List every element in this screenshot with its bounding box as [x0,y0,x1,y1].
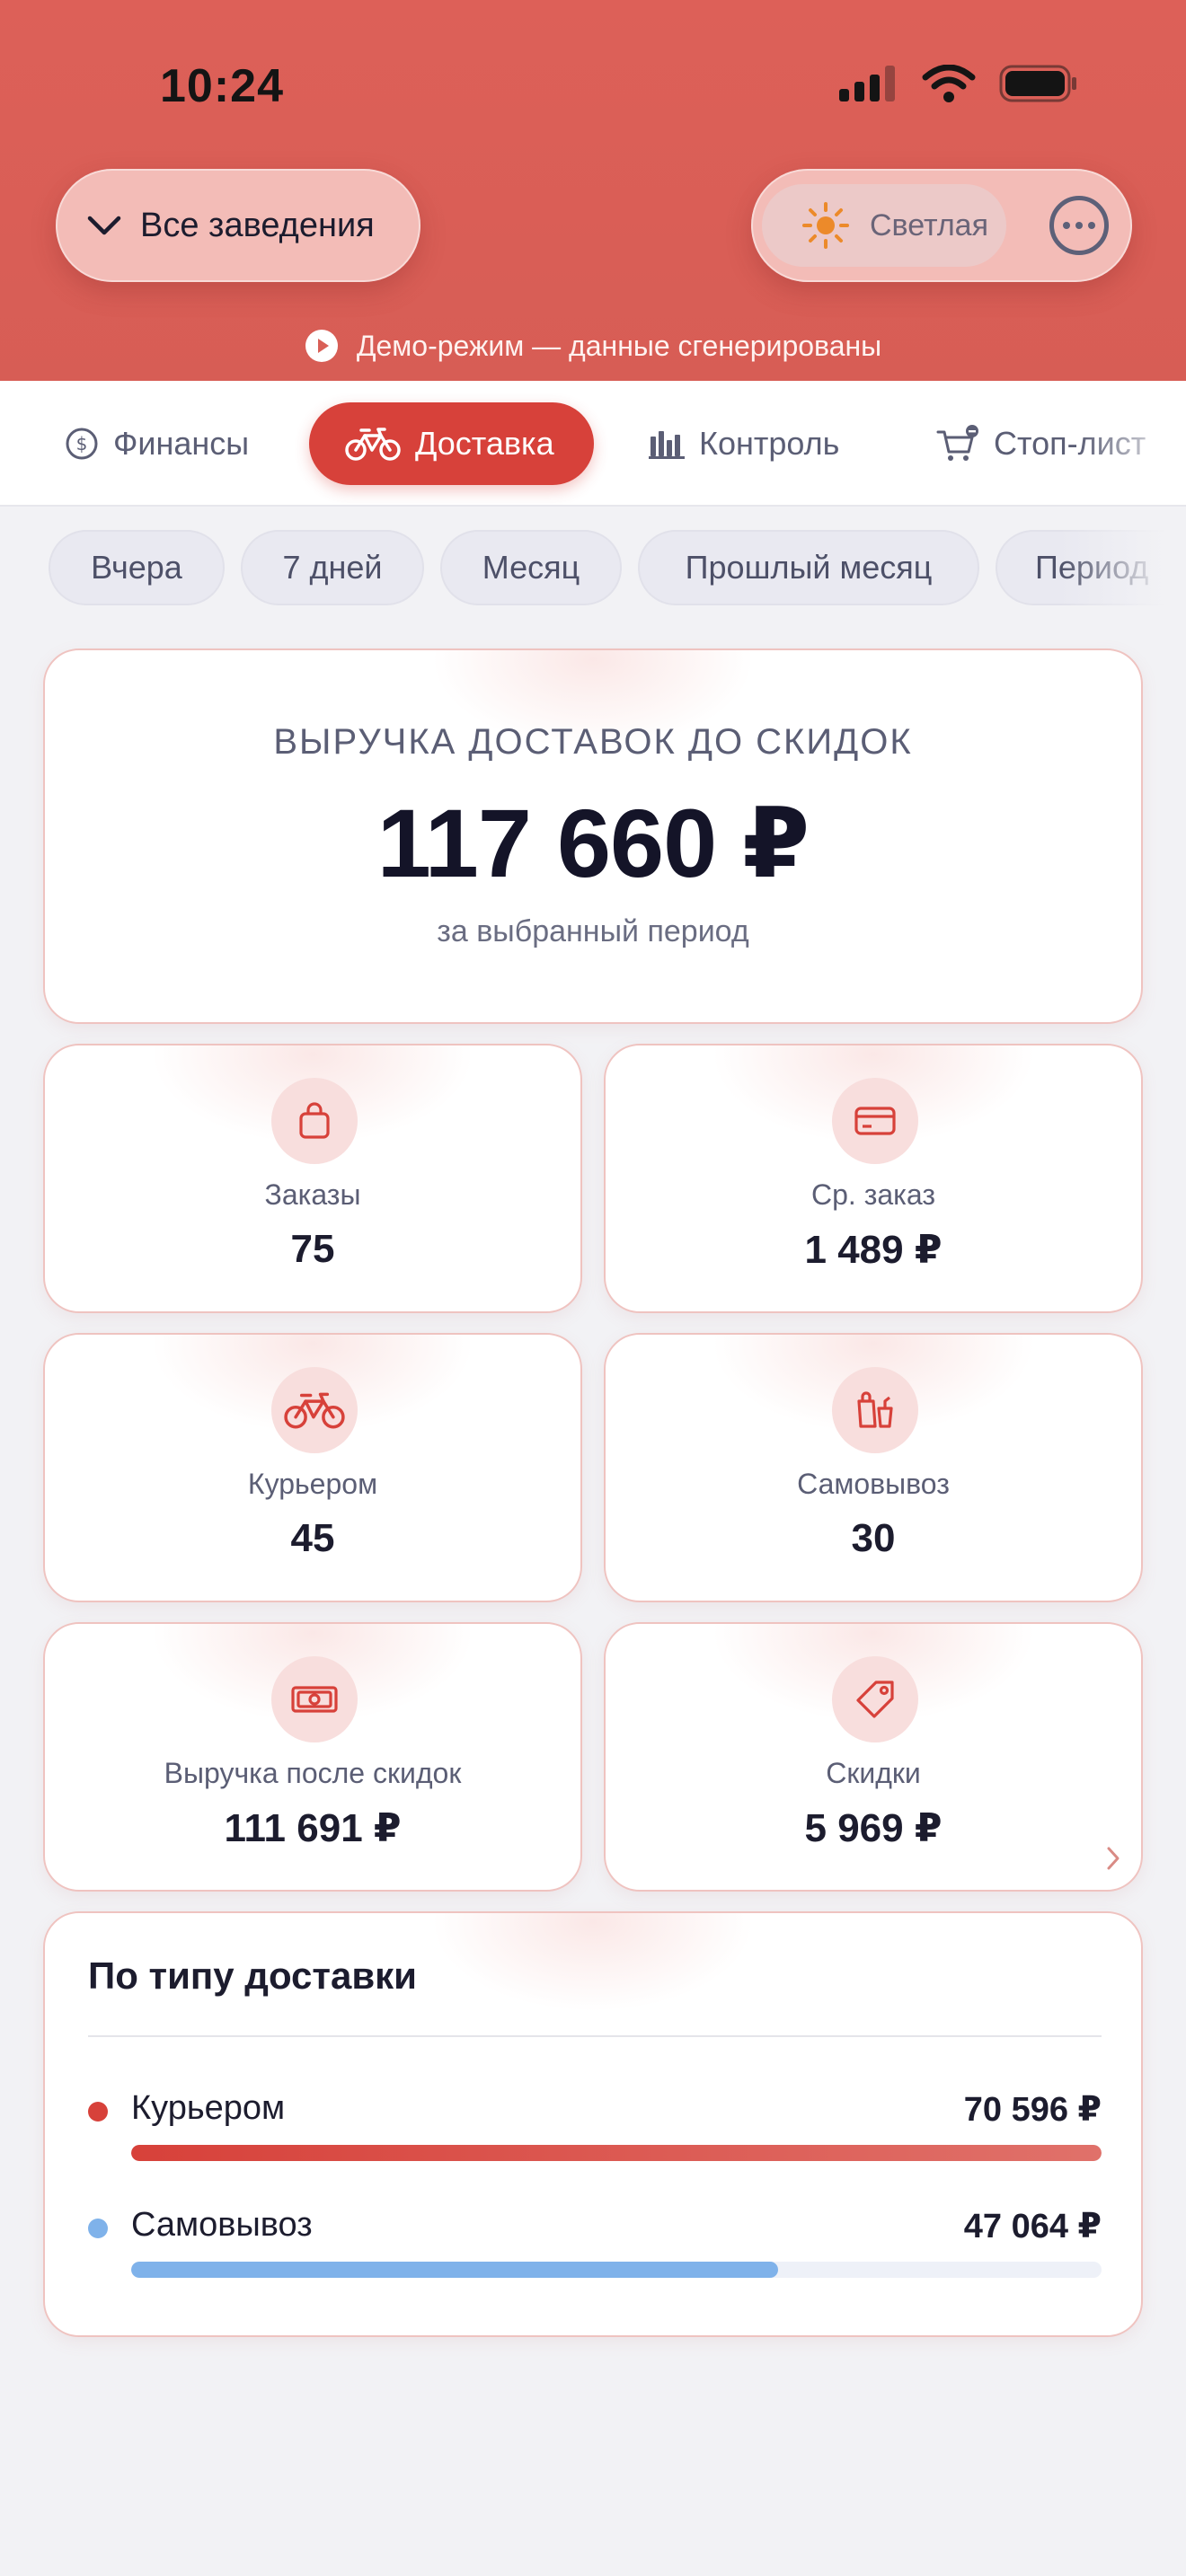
bicycle-icon [271,1367,358,1453]
signal-icon [839,66,895,101]
tabs-fade [1078,381,1186,505]
period-chip-month[interactable]: Месяц [440,530,622,605]
status-icons [839,65,1078,102]
tab-control[interactable]: Контроль [649,402,839,485]
more-options-icon[interactable] [1049,196,1109,255]
metric-pickup-card[interactable]: Самовывоз 30 [604,1333,1143,1602]
progress-fill [131,2262,779,2278]
play-circle-icon [305,330,338,362]
period-chip-last-month[interactable]: Прошлый месяц [638,530,979,605]
wifi-icon [922,65,976,102]
metric-label: Курьером [247,1468,378,1500]
chevron-down-icon [87,216,121,235]
tab-delivery[interactable]: Доставка [309,402,594,485]
bag-icon [271,1078,358,1164]
metric-discounts-card[interactable]: Скидки 5 969 ₽ [604,1622,1143,1892]
delivery-type-value: 70 596 ₽ [963,2091,1102,2129]
metric-value: 1 489 ₽ [804,1228,943,1272]
progress-fill [131,2145,1102,2161]
bicycle-icon [345,428,401,461]
tab-finance[interactable]: $ Финансы [65,402,249,485]
section-tabs: $ Финансы Доставка Контроль Стоп-лист [0,381,1186,507]
cart-minus-icon [936,425,978,461]
battery-icon [999,65,1076,102]
period-filter: Вчера 7 дней Месяц Прошлый месяц Период [0,530,1186,605]
price-tag-icon [832,1656,918,1742]
tab-delivery-label: Доставка [415,425,554,462]
sun-icon [802,202,849,249]
metric-orders-card[interactable]: Заказы 75 [43,1044,582,1313]
status-time: 10:24 [160,60,284,112]
chevron-right-icon [1107,1847,1120,1870]
tab-finance-label: Финансы [113,425,250,462]
metric-value: 111 691 ₽ [224,1806,402,1850]
svg-text:$: $ [76,433,88,454]
metric-label: Выручка после скидок [164,1757,462,1789]
delivery-by-type-card: По типу доставки Курьером 70 596 ₽ Самов… [43,1911,1143,2337]
delivery-type-name: Самовывоз [131,2206,313,2244]
revenue-before-discounts-card: ВЫРУЧКА ДОСТАВОК ДО СКИДОК 117 660 ₽ за … [43,648,1143,1024]
periods-fade [1060,530,1186,605]
legend-dot [88,2102,108,2122]
delivery-by-type-title: По типу доставки [88,1954,418,1997]
app-header: 10:24 Все заведения Светлая Демо-режим —… [0,0,1186,381]
delivery-type-value: 47 064 ₽ [963,2208,1102,2245]
header-actions: Светлая [751,169,1132,282]
revenue-value: 117 660 ₽ [376,789,810,897]
tab-control-label: Контроль [699,425,840,462]
delivery-type-name: Курьером [131,2089,286,2127]
progress-track [131,2262,1102,2278]
theme-toggle-button[interactable]: Светлая [762,184,1006,267]
period-chip-yesterday[interactable]: Вчера [49,530,225,605]
progress-track [131,2145,1102,2161]
metric-label: Заказы [264,1178,361,1211]
metric-value: 30 [851,1516,896,1560]
demo-mode-banner: Демо-режим — данные сгенерированы [0,329,1186,363]
metric-label: Ср. заказ [811,1178,935,1211]
revenue-title: ВЫРУЧКА ДОСТАВОК ДО СКИДОК [273,722,913,762]
bar-chart-icon [649,431,685,459]
demo-mode-text: Демо-режим — данные сгенерированы [356,329,882,362]
banknote-icon [271,1656,358,1742]
metric-avg-order-card[interactable]: Ср. заказ 1 489 ₽ [604,1044,1143,1313]
credit-card-icon [832,1078,918,1164]
period-chip-7-days[interactable]: 7 дней [241,530,424,605]
venue-selector-label: Все заведения [140,206,375,244]
metric-value: 75 [290,1227,335,1271]
dollar-circle-icon: $ [66,428,98,460]
metric-label: Скидки [826,1757,921,1789]
delivery-dashboard-page: 10:24 Все заведения Светлая Демо-режим —… [0,0,1186,2576]
metric-label: Самовывоз [797,1468,950,1500]
metric-courier-card[interactable]: Курьером 45 [43,1333,582,1602]
venue-selector-button[interactable]: Все заведения [56,169,420,282]
metric-value: 5 969 ₽ [804,1806,943,1850]
revenue-subtitle: за выбранный период [437,914,749,948]
legend-dot [88,2219,108,2238]
metric-revenue-after-discounts-card[interactable]: Выручка после скидок 111 691 ₽ [43,1622,582,1892]
takeaway-bag-icon [832,1367,918,1453]
metric-value: 45 [290,1516,335,1560]
theme-toggle-label: Светлая [870,207,988,243]
divider [88,2035,1102,2037]
